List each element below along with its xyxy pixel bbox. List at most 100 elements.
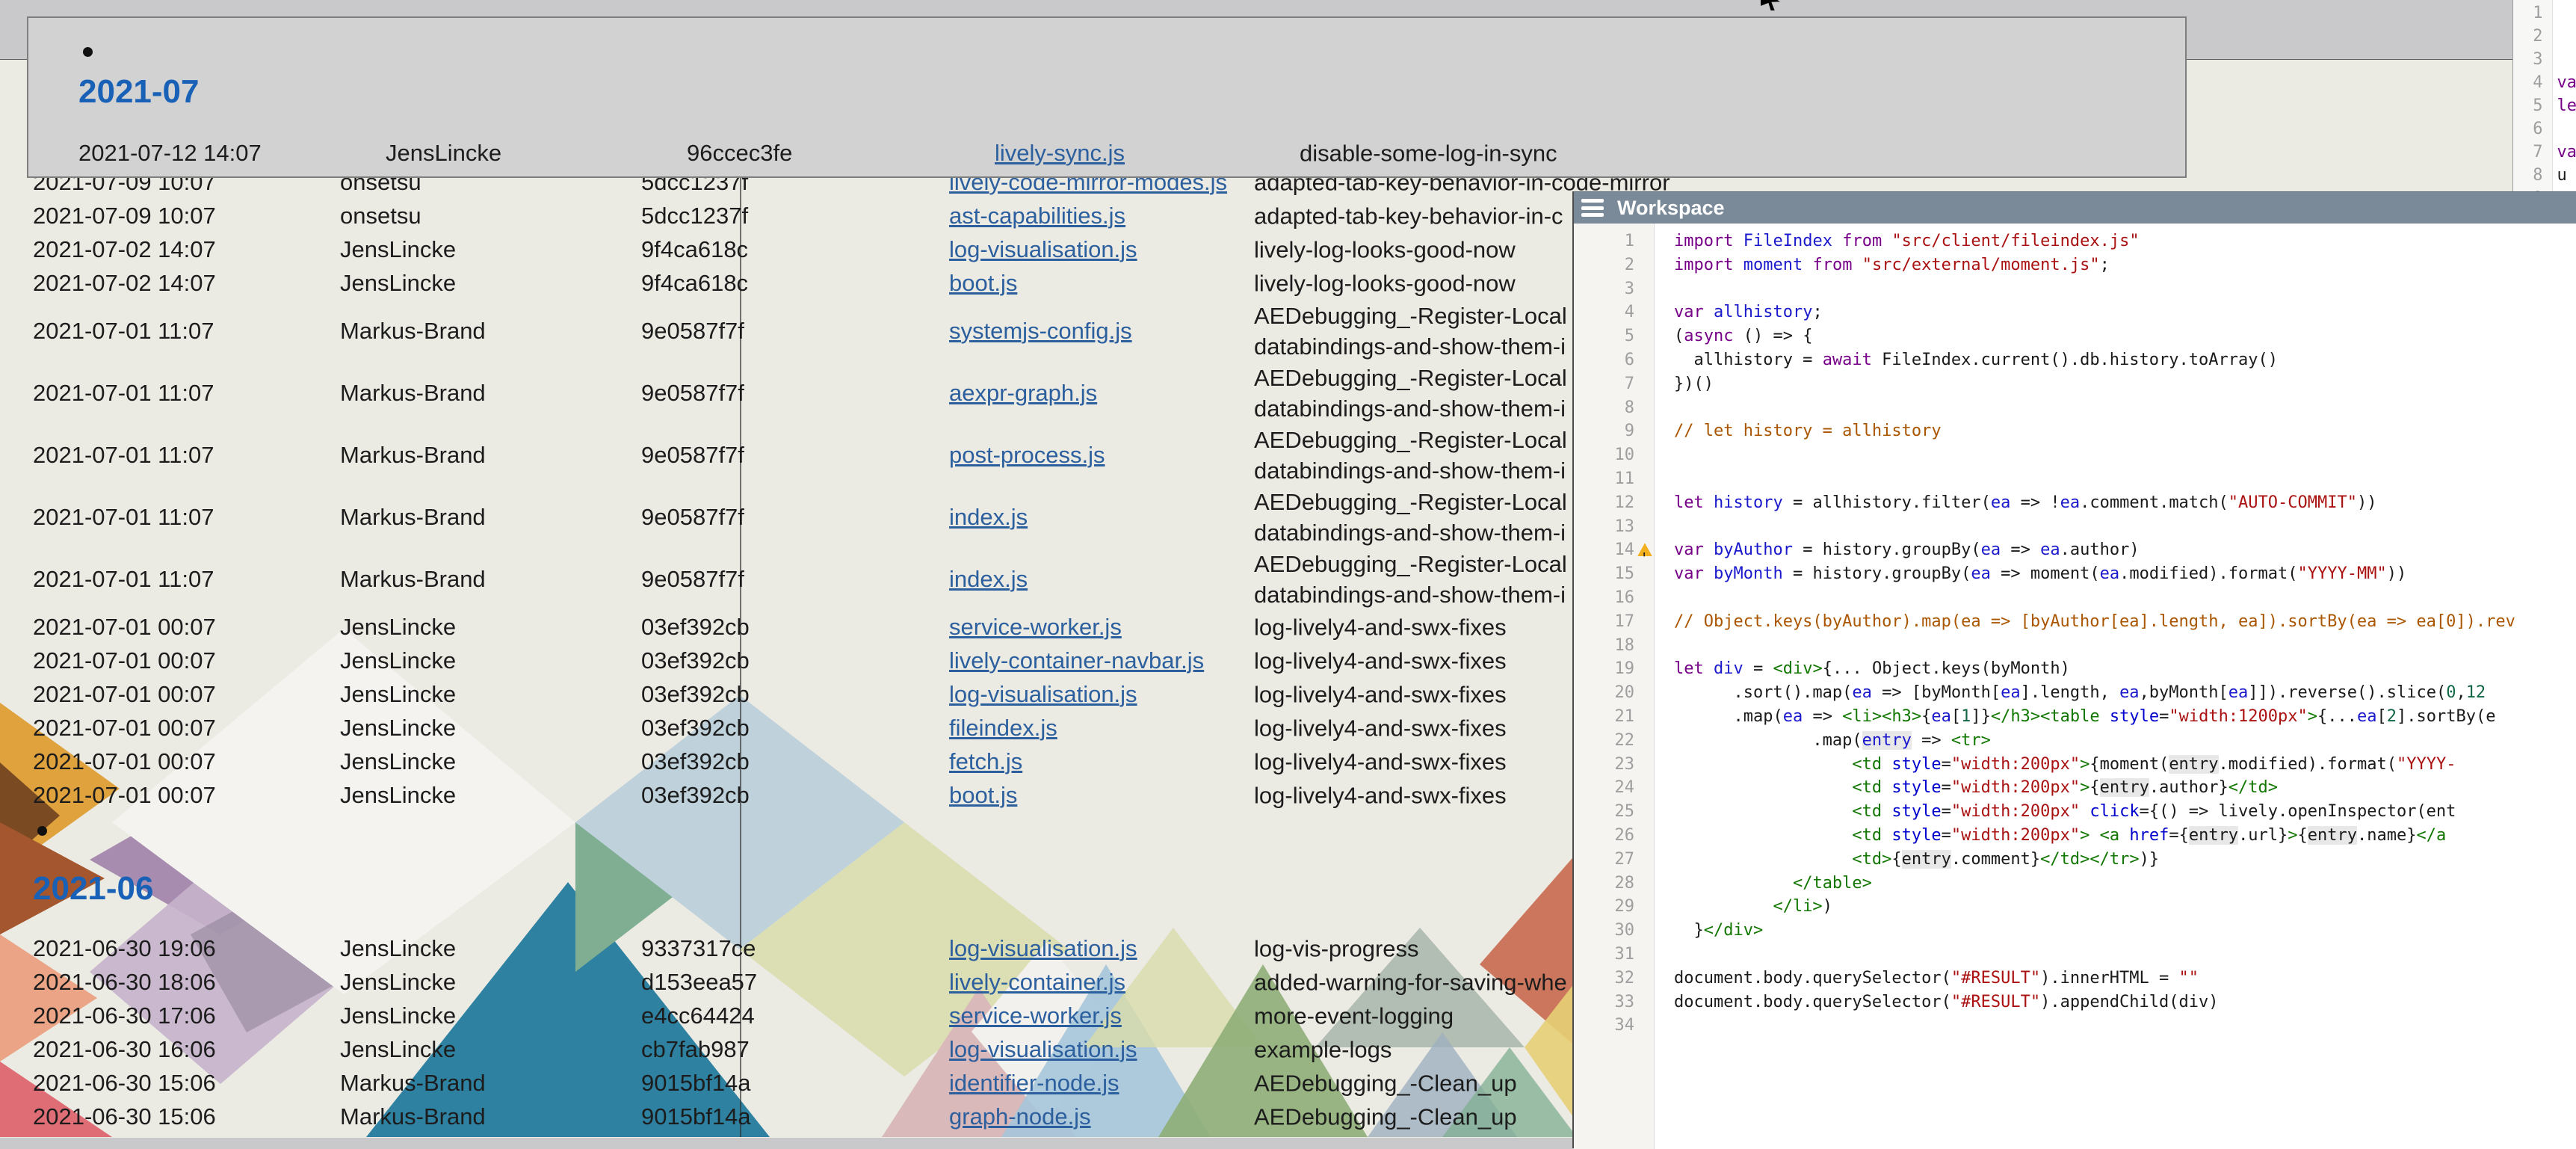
comment-line: log-vis-progress: [1254, 933, 1419, 964]
file-link[interactable]: post-process.js: [949, 442, 1105, 468]
comment-line: adapted-tab-key-behavior-in-c: [1254, 200, 1563, 231]
file-link[interactable]: index.js: [949, 504, 1028, 530]
file-link[interactable]: aexpr-graph.js: [949, 380, 1097, 406]
file-link[interactable]: lively-container-navbar.js: [949, 647, 1204, 674]
cell-commit-hash[interactable]: e4cc64424: [641, 1002, 755, 1029]
cell-file: boot.js: [949, 270, 1017, 297]
file-link[interactable]: boot.js: [949, 782, 1017, 808]
gutter-line-number: 5: [1574, 324, 1654, 348]
cell-commit-hash[interactable]: 9e0587f7f: [641, 318, 744, 345]
menu-hamburger-icon[interactable]: [1581, 199, 1604, 217]
cell-commit-hash[interactable]: 9337317ce: [641, 935, 756, 962]
gutter-line-number: 4: [2513, 71, 2552, 94]
cell-commit-hash[interactable]: 9015bf14a: [641, 1070, 751, 1097]
file-link[interactable]: fetch.js: [949, 748, 1022, 774]
file-link[interactable]: identifier-node.js: [949, 1070, 1119, 1096]
cell-author: JensLincke: [340, 614, 456, 641]
cell-date: 2021-07-01 00:07: [33, 647, 216, 674]
gutter-line-number: 6: [2513, 117, 2552, 141]
cell-file: log-visualisation.js: [949, 236, 1137, 263]
gutter-line-number: 33: [1574, 991, 1654, 1014]
gutter-line-number: 10: [1574, 443, 1654, 467]
cell-file: index.js: [949, 504, 1028, 531]
file-link[interactable]: fileindex.js: [949, 715, 1057, 741]
code-line: va: [2557, 71, 2576, 94]
cell-commit-hash[interactable]: 5dcc1237f: [641, 203, 748, 230]
code-editor[interactable]: import FileIndex from "src/client/filein…: [1655, 224, 2576, 1149]
code-line: <td style="width:200px" click={() => liv…: [1674, 800, 2576, 824]
cell-date: 2021-06-30 15:06: [33, 1070, 216, 1097]
cell-comment: AEDebugging_-Clean_up: [1254, 1101, 1517, 1132]
bullet-icon: [33, 819, 153, 842]
cell-commit-hash[interactable]: 9015bf14a: [641, 1103, 751, 1130]
file-link[interactable]: service-worker.js: [949, 614, 1122, 640]
comment-line: log-lively4-and-swx-fixes: [1254, 679, 1507, 709]
cell-commit-hash[interactable]: 9e0587f7f: [641, 566, 744, 593]
gutter-line-number: 8: [2513, 164, 2552, 187]
file-link[interactable]: lively-container.js: [949, 969, 1125, 995]
code-line: va: [2557, 141, 2576, 164]
cell-date: 2021-07-01 11:07: [33, 380, 214, 407]
code-editor[interactable]: vale vau: [2553, 0, 2576, 202]
workspace-titlebar[interactable]: Workspace: [1574, 191, 2576, 224]
file-link[interactable]: index.js: [949, 566, 1028, 592]
cell-date: 2021-07-02 14:07: [33, 236, 216, 263]
month-group: 2021-062021-06-30 19:06JensLincke9337317…: [33, 819, 153, 1133]
cell-commit-hash[interactable]: 03ef392cb: [641, 681, 750, 708]
file-link[interactable]: ast-capabilities.js: [949, 203, 1125, 229]
gutter-line-number: 30: [1574, 919, 1654, 943]
gutter-line-number: 21: [1574, 705, 1654, 729]
cell-file: fetch.js: [949, 748, 1022, 775]
code-line: <td style="width:200px">{entry.author}</…: [1674, 776, 2576, 800]
cell-commit-hash[interactable]: d153eea57: [641, 969, 757, 996]
overlay-window[interactable]: 2021-07 2021-07-12 14:07JensLincke96ccec…: [27, 16, 2187, 178]
cell-commit-hash[interactable]: 9f4ca618c: [641, 270, 748, 297]
code-line: [1674, 1014, 2576, 1038]
cell-author: JensLincke: [340, 748, 456, 775]
cell-file: lively-container-navbar.js: [949, 647, 1204, 674]
cell-comment: AEDebugging_-Register-Localdatabindings-…: [1254, 425, 1567, 486]
cell-commit-hash[interactable]: 9e0587f7f: [641, 380, 744, 407]
cell-date: 2021-07-01 11:07: [33, 566, 214, 593]
code-line: var byMonth = history.groupBy(ea => mome…: [1674, 562, 2576, 586]
cell-comment: log-lively4-and-swx-fixes: [1254, 612, 1507, 642]
cell-commit-hash[interactable]: 9e0587f7f: [641, 504, 744, 531]
cell-comment: log-lively4-and-swx-fixes: [1254, 712, 1507, 743]
cell-commit-hash[interactable]: 03ef392cb: [641, 715, 750, 742]
table-row: 2021-07-12 14:07JensLincke96ccec3felivel…: [78, 136, 2185, 170]
gutter-line-number: 13: [1574, 515, 1654, 539]
cell-comment: example-logs: [1254, 1034, 1392, 1065]
code-line: [2557, 48, 2576, 71]
cell-commit-hash[interactable]: 9e0587f7f: [641, 442, 744, 469]
cell-commit-hash[interactable]: 03ef392cb: [641, 748, 750, 775]
gutter-line-number: 5: [2513, 94, 2552, 117]
cell-date: 2021-07-01 00:07: [33, 614, 216, 641]
file-link[interactable]: log-visualisation.js: [949, 681, 1137, 707]
cell-commit-hash[interactable]: 03ef392cb: [641, 782, 750, 809]
cell-commit-hash[interactable]: 96ccec3fe: [687, 140, 792, 167]
code-line: [1674, 515, 2576, 539]
code-line: // let history = allhistory: [1674, 419, 2576, 443]
cell-commit-hash[interactable]: 03ef392cb: [641, 647, 750, 674]
file-link[interactable]: log-visualisation.js: [949, 1036, 1137, 1062]
cell-commit-hash[interactable]: 9f4ca618c: [641, 236, 748, 263]
cell-commit-hash[interactable]: cb7fab987: [641, 1036, 750, 1063]
cell-file: identifier-node.js: [949, 1070, 1119, 1097]
file-link[interactable]: graph-node.js: [949, 1103, 1091, 1130]
comment-line: databindings-and-show-them-i: [1254, 331, 1567, 362]
table-row: 2021-06-30 19:06JensLincke9337317celog-v…: [33, 931, 153, 965]
gutter-line-number: 27: [1574, 848, 1654, 872]
gutter-line-number: 19: [1574, 657, 1654, 681]
warning-icon[interactable]: [1637, 543, 1652, 556]
file-link[interactable]: log-visualisation.js: [949, 236, 1137, 262]
cell-date: 2021-07-12 14:07: [78, 140, 262, 167]
file-link[interactable]: log-visualisation.js: [949, 935, 1137, 961]
file-link[interactable]: systemjs-config.js: [949, 318, 1132, 344]
cell-commit-hash[interactable]: 03ef392cb: [641, 614, 750, 641]
file-link[interactable]: lively-sync.js: [995, 140, 1125, 166]
file-link[interactable]: boot.js: [949, 270, 1017, 296]
cell-comment: log-lively4-and-swx-fixes: [1254, 780, 1507, 810]
file-link[interactable]: service-worker.js: [949, 1002, 1122, 1029]
cell-comment: AEDebugging_-Clean_up: [1254, 1068, 1517, 1098]
code-line: <td>{entry.comment}</td></tr>)}: [1674, 848, 2576, 872]
